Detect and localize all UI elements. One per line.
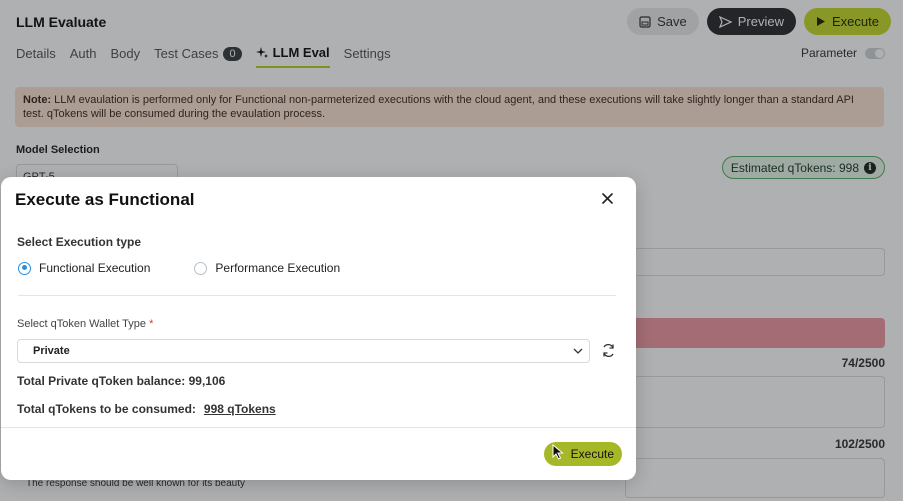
chevron-down-icon (573, 348, 583, 354)
pointer-cursor-icon (552, 444, 564, 460)
refresh-icon (603, 343, 614, 358)
wallet-type-label: Select qToken Wallet Type * (17, 318, 153, 330)
private-balance-text: Total Private qToken balance: 99,106 (17, 374, 226, 388)
consume-value-link[interactable]: 998 qTokens (204, 402, 276, 416)
execution-type-label: Select Execution type (17, 235, 142, 249)
tokens-to-consume: Total qTokens to be consumed: 998 qToken… (17, 402, 276, 416)
close-icon (601, 192, 613, 204)
execute-button[interactable]: Execute (544, 442, 622, 466)
functional-execution-label: Functional Execution (39, 261, 151, 275)
execution-type-radio-group: Functional Execution Performance Executi… (18, 261, 340, 275)
wallet-type-select[interactable]: Private (17, 339, 590, 363)
functional-execution-radio[interactable] (18, 261, 31, 275)
functional-execution-option[interactable]: Functional Execution (18, 261, 150, 275)
execute-functional-modal: Execute as Functional Select Execution t… (1, 177, 636, 480)
performance-execution-radio[interactable] (194, 261, 208, 275)
wallet-type-value: Private (33, 345, 70, 357)
divider (18, 295, 616, 296)
performance-execution-option[interactable]: Performance Execution (194, 261, 340, 275)
footer-divider (1, 427, 636, 428)
required-marker: * (149, 318, 154, 330)
performance-execution-label: Performance Execution (215, 261, 341, 275)
modal-title: Execute as Functional (15, 190, 195, 209)
refresh-wallet-button[interactable] (601, 343, 616, 358)
close-button[interactable] (598, 189, 616, 207)
execute-button-label: Execute (570, 447, 614, 461)
consume-label: Total qTokens to be consumed: (17, 402, 196, 416)
wallet-type-label-text: Select qToken Wallet Type (17, 318, 147, 330)
